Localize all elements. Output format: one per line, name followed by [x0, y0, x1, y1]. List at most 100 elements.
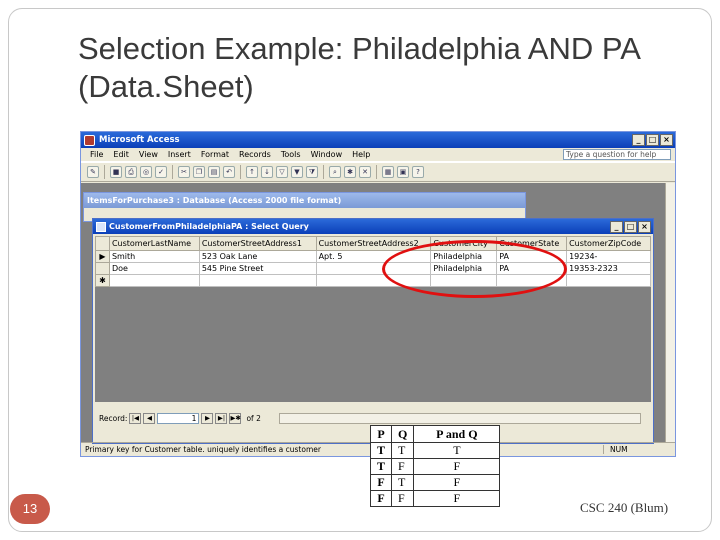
table-cell[interactable]: 19234-: [566, 250, 651, 263]
query-maximize-button[interactable]: □: [624, 220, 637, 233]
menu-insert[interactable]: Insert: [163, 150, 196, 159]
truth-cell: T: [413, 442, 501, 459]
row-selector-header[interactable]: [95, 236, 110, 251]
previous-record-button[interactable]: ◀: [143, 412, 156, 424]
vertical-scrollbar[interactable]: [665, 183, 675, 442]
query-icon: [96, 221, 106, 232]
mdi-workspace: ItemsForPurchase3 : Database (Access 200…: [81, 183, 675, 444]
table-cell[interactable]: [566, 274, 651, 287]
menu-records[interactable]: Records: [234, 150, 276, 159]
horizontal-scrollbar[interactable]: [278, 412, 641, 424]
truth-cell: F: [391, 490, 415, 507]
menu-tools[interactable]: Tools: [276, 150, 306, 159]
table-row[interactable]: ▶ Smith 523 Oak Lane Apt. 5 Philadelphia…: [95, 250, 651, 263]
menu-file[interactable]: File: [85, 150, 108, 159]
database-window-icon[interactable]: ▦: [382, 166, 394, 178]
first-record-button[interactable]: |◀: [129, 412, 142, 424]
table-cell[interactable]: Doe: [108, 262, 200, 275]
truth-cell: F: [413, 458, 501, 475]
table-cell[interactable]: [108, 274, 200, 287]
spelling-icon[interactable]: ✓: [155, 166, 167, 178]
table-cell[interactable]: Smith: [108, 250, 200, 263]
find-icon[interactable]: ⌕: [329, 166, 341, 178]
query-title: CustomerFromPhiladelphiaPA : Select Quer…: [109, 222, 309, 231]
sort-asc-icon[interactable]: ↑: [246, 166, 258, 178]
minimize-button[interactable]: _: [632, 134, 645, 146]
design-icon[interactable]: ✎: [87, 166, 99, 178]
next-record-button[interactable]: ▶: [201, 412, 214, 424]
access-key-icon: [84, 134, 95, 146]
slide-footer: CSC 240 (Blum): [580, 500, 669, 515]
apply-filter-icon[interactable]: ⧩: [306, 166, 318, 178]
truth-row: F T F: [369, 474, 501, 491]
new-record-button[interactable]: ▶✱: [229, 412, 242, 424]
status-text: Primary key for Customer table. uniquely…: [85, 445, 321, 454]
query-window-controls: _ □ ×: [610, 220, 651, 233]
truth-cell: T: [391, 474, 415, 491]
help-icon[interactable]: ?: [412, 166, 424, 178]
query-minimize-button[interactable]: _: [610, 220, 623, 233]
truth-header-pandq: P and Q: [413, 425, 501, 443]
row-selector[interactable]: [95, 262, 110, 275]
truth-row: T F F: [369, 458, 501, 475]
access-titlebar: Microsoft Access _ □ ×: [81, 132, 675, 148]
new-record-row[interactable]: ✱: [95, 274, 651, 287]
paste-icon[interactable]: ▤: [208, 166, 220, 178]
menu-format[interactable]: Format: [196, 150, 234, 159]
toolbar-separator: [323, 165, 324, 179]
column-header[interactable]: CustomerLastName: [108, 236, 200, 251]
truth-table-header: P Q P and Q: [369, 425, 501, 443]
slide-title: Selection Example: Philadelphia AND PA (…: [78, 31, 640, 104]
truth-cell: T: [369, 458, 393, 475]
delete-record-icon[interactable]: ✕: [359, 166, 371, 178]
toolbar-separator: [376, 165, 377, 179]
ask-question-box[interactable]: Type a question for help: [563, 149, 671, 160]
header-row: CustomerLastName CustomerStreetAddress1 …: [95, 236, 651, 251]
close-button[interactable]: ×: [660, 134, 673, 146]
cut-icon[interactable]: ✂: [178, 166, 190, 178]
datasheet-grid: CustomerLastName CustomerStreetAddress1 …: [95, 236, 651, 287]
last-record-button[interactable]: ▶|: [215, 412, 228, 424]
undo-icon[interactable]: ↶: [223, 166, 235, 178]
menu-help[interactable]: Help: [347, 150, 375, 159]
window-controls: _ □ ×: [632, 134, 673, 146]
database-window-title: ItemsForPurchase3 : Database (Access 200…: [84, 193, 525, 208]
truth-cell: F: [369, 474, 393, 491]
access-window: Microsoft Access _ □ × File Edit View In…: [80, 131, 676, 457]
table-cell[interactable]: [198, 274, 317, 287]
menu-view[interactable]: View: [134, 150, 163, 159]
preview-icon[interactable]: ◎: [140, 166, 152, 178]
column-header[interactable]: CustomerStreetAddress1: [198, 236, 317, 251]
access-app-title: Microsoft Access: [99, 135, 180, 145]
record-count: of 2: [246, 413, 261, 423]
table-cell[interactable]: 523 Oak Lane: [198, 250, 317, 263]
new-record-icon[interactable]: ✱: [344, 166, 356, 178]
truth-header-p: P: [369, 425, 393, 443]
table-cell[interactable]: 19353-2323: [566, 262, 651, 275]
query-close-button[interactable]: ×: [638, 220, 651, 233]
column-header[interactable]: CustomerZipCode: [566, 236, 651, 251]
datasheet-area: CustomerLastName CustomerStreetAddress1 …: [95, 236, 651, 402]
truth-row: F F F: [369, 490, 501, 507]
table-cell[interactable]: 545 Pine Street: [198, 262, 317, 275]
save-icon[interactable]: ■: [110, 166, 122, 178]
truth-cell: F: [413, 490, 501, 507]
copy-icon[interactable]: ❐: [193, 166, 205, 178]
menu-bar: File Edit View Insert Format Records Too…: [81, 148, 675, 162]
new-record-icon[interactable]: ✱: [95, 274, 110, 287]
sort-desc-icon[interactable]: ↓: [261, 166, 273, 178]
record-navigator: Record: |◀ ◀ 1 ▶ ▶| ▶✱ of 2: [95, 410, 651, 426]
new-object-icon[interactable]: ▣: [397, 166, 409, 178]
print-icon[interactable]: ⎙: [125, 166, 137, 178]
filter-selection-icon[interactable]: ▽: [276, 166, 288, 178]
maximize-button[interactable]: □: [646, 134, 659, 146]
menu-edit[interactable]: Edit: [108, 150, 134, 159]
current-record-field[interactable]: 1: [157, 412, 200, 424]
table-row[interactable]: Doe 545 Pine Street Philadelphia PA 1935…: [95, 262, 651, 275]
toolbar-separator: [240, 165, 241, 179]
filter-form-icon[interactable]: ▼: [291, 166, 303, 178]
current-record-icon[interactable]: ▶: [95, 250, 110, 263]
highlight-oval: [382, 240, 567, 298]
record-label: Record:: [99, 413, 128, 423]
menu-window[interactable]: Window: [306, 150, 348, 159]
